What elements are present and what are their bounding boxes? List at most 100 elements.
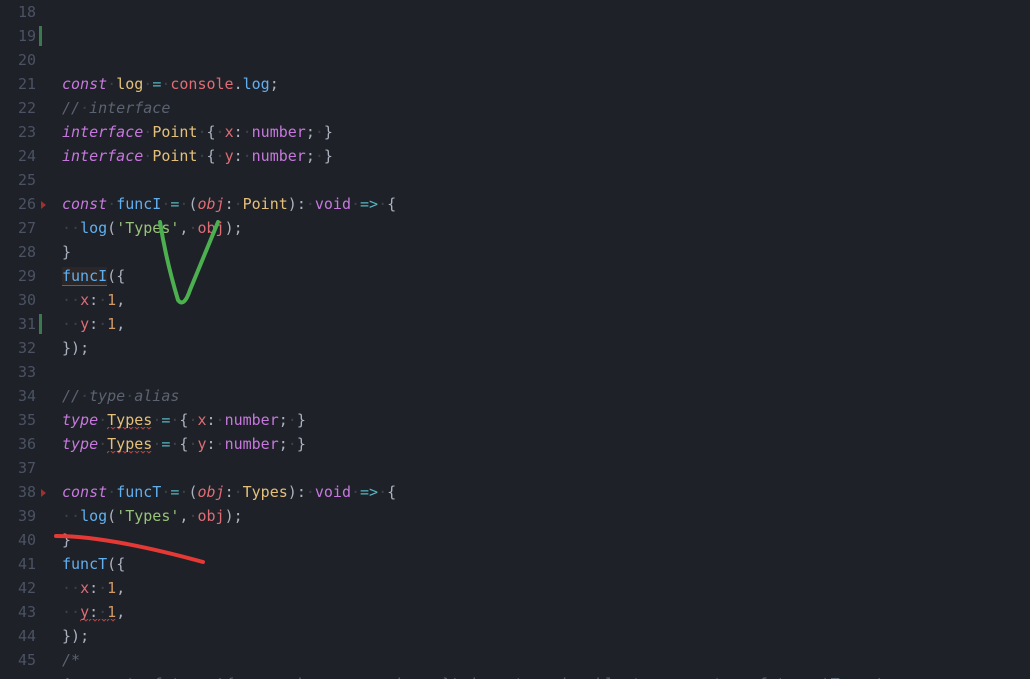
token-punct: } <box>297 411 306 429</box>
token-punct: : <box>225 483 234 501</box>
line-number: 26 <box>0 192 36 216</box>
code-line: type·Types·=·{·x:·number;·} <box>62 408 1030 432</box>
token-ws: · <box>288 411 297 429</box>
token-kw: const <box>62 483 107 501</box>
token-punct: , <box>116 291 125 309</box>
token-punct: { <box>387 195 396 213</box>
line-number: 33 <box>0 360 36 384</box>
token-punct: ; <box>234 507 243 525</box>
token-punct: { <box>116 267 125 285</box>
code-line: const·log·=·console.log; <box>62 72 1030 96</box>
token-ident: y <box>80 315 89 333</box>
token-ident: y <box>197 435 206 453</box>
token-ident: obj <box>197 219 224 237</box>
code-line <box>62 360 1030 384</box>
token-punct: : <box>225 195 234 213</box>
token-ws: · <box>378 195 387 213</box>
code-line: ··y:·1, <box>62 312 1030 336</box>
token-ident: x <box>80 291 89 309</box>
token-ws: · <box>98 603 107 622</box>
line-number: 27 <box>0 216 36 240</box>
token-btype: number <box>252 147 306 165</box>
code-editor[interactable]: 1819202122232425262728293031323334353637… <box>0 0 1030 679</box>
line-number: 28 <box>0 240 36 264</box>
code-line: funcT({ <box>62 552 1030 576</box>
token-func: funcI <box>116 195 161 213</box>
token-btype: number <box>225 435 279 453</box>
token-ws: · <box>143 123 152 141</box>
line-number: 30 <box>0 288 36 312</box>
code-line: }); <box>62 336 1030 360</box>
token-ws: · <box>351 483 360 501</box>
token-indent: ·· <box>62 219 80 237</box>
line-number: 21 <box>0 72 36 96</box>
token-ws: · <box>216 411 225 429</box>
token-num: 1 <box>107 291 116 309</box>
line-number-gutter: 1819202122232425262728293031323334353637… <box>0 0 48 679</box>
line-number: 23 <box>0 120 36 144</box>
line-number: 31 <box>0 312 36 336</box>
code-line: Argument·of·type·'{·x:·number;·y:·number… <box>62 672 1030 679</box>
token-str: 'Types' <box>116 219 179 237</box>
token-punct: ; <box>234 219 243 237</box>
token-btype: void <box>315 195 351 213</box>
code-line: //·interface <box>62 96 1030 120</box>
code-area[interactable]: const·log·=·console.log;//·interfaceinte… <box>48 0 1030 679</box>
token-func: funcT <box>116 483 161 501</box>
token-indent: ·· <box>62 315 80 333</box>
token-punct: } <box>62 339 71 357</box>
code-line: /* <box>62 648 1030 672</box>
token-punct: : <box>234 123 243 141</box>
token-ws: · <box>98 579 107 597</box>
token-func: log <box>80 219 107 237</box>
token-ws: · <box>197 147 206 165</box>
line-number: 36 <box>0 432 36 456</box>
code-line: } <box>62 240 1030 264</box>
token-ws: · <box>98 291 107 309</box>
token-punct: , <box>116 579 125 597</box>
code-line: interface·Point·{·x:·number;·} <box>62 120 1030 144</box>
token-ws: · <box>306 195 315 213</box>
token-punct: ; <box>279 411 288 429</box>
token-punct: ( <box>107 555 116 573</box>
line-number: 44 <box>0 624 36 648</box>
line-number: 43 <box>0 600 36 624</box>
token-kw: type <box>62 411 98 429</box>
token-const: log <box>116 75 143 93</box>
line-number: 42 <box>0 576 36 600</box>
token-indent: ·· <box>62 579 80 597</box>
line-number: 35 <box>0 408 36 432</box>
code-line: ··log('Types',·obj); <box>62 504 1030 528</box>
token-kw: interface <box>62 147 143 165</box>
token-punct: ; <box>80 339 89 357</box>
token-cmt: //·interface <box>62 99 170 117</box>
token-ident: console <box>170 75 233 93</box>
token-ws: · <box>315 123 324 141</box>
line-number: 34 <box>0 384 36 408</box>
code-line: }); <box>62 624 1030 648</box>
token-punct: ) <box>71 627 80 645</box>
code-line: ··y:·1, <box>62 600 1030 624</box>
line-number: 40 <box>0 528 36 552</box>
token-cmt: Argument·of·type·'{·x:·number;·y:·number… <box>62 675 893 679</box>
token-punct: ) <box>288 195 297 213</box>
token-punct: } <box>62 627 71 645</box>
token-ws: · <box>306 483 315 501</box>
token-callhl: funcI <box>62 267 107 286</box>
line-number: 18 <box>0 0 36 24</box>
code-line: funcI({ <box>62 264 1030 288</box>
line-number: 41 <box>0 552 36 576</box>
token-ident: obj <box>197 507 224 525</box>
token-ident: y <box>80 603 89 622</box>
token-punct: } <box>324 147 333 165</box>
token-kw: const <box>62 75 107 93</box>
line-number: 45 <box>0 648 36 672</box>
token-func: log <box>80 507 107 525</box>
token-ws: · <box>143 75 152 93</box>
token-num: 1 <box>107 315 116 333</box>
token-kw: const <box>62 195 107 213</box>
token-punct: ; <box>306 147 315 165</box>
token-type: Types <box>107 435 152 454</box>
line-number: 20 <box>0 48 36 72</box>
code-line: } <box>62 528 1030 552</box>
